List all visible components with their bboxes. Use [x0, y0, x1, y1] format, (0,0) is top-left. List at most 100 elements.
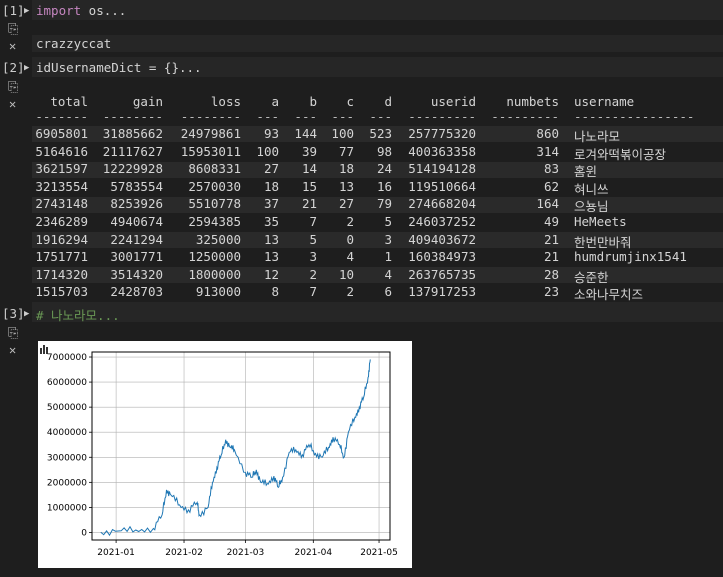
table-cell: 49: [543, 214, 559, 229]
table-cell: a: [271, 94, 279, 109]
table-cell: 2241294: [110, 231, 163, 247]
table-cell: 5: [384, 214, 392, 229]
table-cell: 5510778: [188, 196, 241, 212]
table-cell: 1714320: [35, 266, 88, 282]
y-tick-label: 2000000: [47, 478, 87, 488]
table-cell: ---: [256, 109, 279, 124]
table-cell: 257775320: [408, 126, 476, 141]
table-cell: 2743148: [35, 196, 88, 212]
table-cell: 274668204: [408, 196, 476, 212]
table-cell: 12: [263, 266, 279, 282]
y-tick-label: 6000000: [47, 378, 87, 388]
table-cell: 1515703: [35, 284, 88, 300]
table-cell: 1250000: [188, 249, 241, 265]
table-cell: 325000: [195, 231, 241, 247]
table-cell: 3213554: [35, 178, 88, 194]
table-cell: 137917253: [408, 284, 476, 300]
cell-3-input[interactable]: # 나노라모...: [32, 302, 723, 323]
close-icon[interactable]: ✕: [9, 343, 16, 357]
cell-1-code: os...: [81, 3, 127, 18]
close-icon[interactable]: ✕: [9, 39, 16, 53]
table-cell: HeMeets: [574, 214, 627, 229]
table-cell: 4940674: [110, 214, 163, 229]
table-cell: 15953011: [180, 143, 241, 159]
table-cell: 2: [346, 214, 354, 229]
table-cell: 39: [301, 143, 317, 159]
table-cell: --------: [102, 109, 163, 124]
table-cell: 한번만바줘: [574, 234, 632, 250]
table-cell: 승준한: [574, 269, 609, 285]
table-cell: 나노라모: [574, 129, 621, 144]
table-cell: 409403672: [408, 231, 476, 247]
table-cell: 8253926: [110, 196, 163, 212]
cell-3-label: [3]: [2, 306, 25, 321]
table-cell: humdrumjinx1541: [574, 249, 687, 265]
cell-2-input[interactable]: idUsernameDict = {}...: [32, 57, 723, 77]
table-cell: numbets: [506, 94, 559, 109]
y-tick-label: 4000000: [47, 428, 87, 438]
cell-2-code: idUsernameDict = {}...: [36, 60, 202, 75]
table-cell: 21: [301, 196, 317, 212]
run-arrow-icon[interactable]: ▶: [24, 63, 29, 73]
table-cell: 1751771: [35, 249, 88, 265]
chart-output: 0 1000000 2000000 3000000 4000000 5000000 6000…: [38, 341, 412, 568]
table-cell: --------: [180, 109, 241, 124]
clipboard-icon[interactable]: ⎘: [8, 326, 18, 341]
cell-2-label: [2]: [2, 60, 25, 75]
x-tick-label: 2021-04: [295, 548, 333, 558]
table-cell: 21: [543, 231, 559, 247]
table-cell: loss: [210, 94, 241, 109]
table-cell: 400363358: [408, 143, 476, 159]
table-cell: 246037252: [408, 214, 476, 229]
table-cell: 83: [543, 161, 559, 177]
table-cell: 3514320: [110, 266, 163, 282]
table-cell: 으뇽님: [574, 199, 609, 215]
table-cell: 98: [376, 143, 392, 159]
y-tick-label: 3000000: [47, 453, 87, 463]
import-keyword: import: [36, 3, 82, 18]
table-cell: 24979861: [180, 126, 241, 141]
table-cell: userid: [430, 94, 476, 109]
table-cell: 314: [536, 143, 559, 159]
table-cell: 13: [263, 249, 279, 265]
table-cell: 860: [536, 126, 559, 141]
table-cell: 0: [346, 231, 354, 247]
table-cell: 100: [256, 143, 279, 159]
table-cell: total: [50, 94, 88, 109]
table-cell: 27: [263, 161, 279, 177]
table-cell: gain: [132, 94, 163, 109]
table-cell: 24: [376, 161, 392, 177]
table-cell: 16: [376, 178, 392, 194]
table-cell: 31885662: [102, 126, 163, 141]
table-cell: 1: [384, 249, 392, 265]
x-tick-label: 2021-05: [360, 548, 398, 558]
run-arrow-icon[interactable]: ▶: [24, 309, 29, 319]
table-cell: 523: [369, 126, 392, 141]
plot-frame: [91, 351, 391, 541]
table-cell: 6: [384, 284, 392, 300]
table-cell: 35: [263, 214, 279, 229]
cell-1-output: crazzyccat: [32, 35, 723, 52]
table-cell: 15: [301, 178, 317, 194]
run-arrow-icon[interactable]: ▶: [24, 6, 29, 16]
table-cell: 10: [338, 266, 354, 282]
table-cell: 164: [536, 196, 559, 212]
table-cell: 28: [543, 266, 559, 282]
x-tick-label: 2021-01: [97, 548, 135, 558]
table-cell: 12229928: [102, 161, 163, 177]
cell-3-code: # 나노라모...: [36, 308, 120, 323]
x-tick-label: 2021-02: [165, 548, 203, 558]
table-cell: ---: [294, 109, 317, 124]
table-cell: 7: [309, 214, 317, 229]
clipboard-icon[interactable]: ⎘: [8, 22, 18, 37]
table-cell: 2: [309, 266, 317, 282]
table-cell: 2594385: [188, 214, 241, 229]
table-cell: 18: [263, 178, 279, 194]
table-cell: 79: [376, 196, 392, 212]
table-cell: 27: [338, 196, 354, 212]
table-cell: 93: [263, 126, 279, 141]
table-cell: 13: [263, 231, 279, 247]
table-cell: 8: [271, 284, 279, 300]
table-cell: ---------: [491, 109, 559, 124]
cell-1-input[interactable]: import os...: [32, 0, 723, 20]
